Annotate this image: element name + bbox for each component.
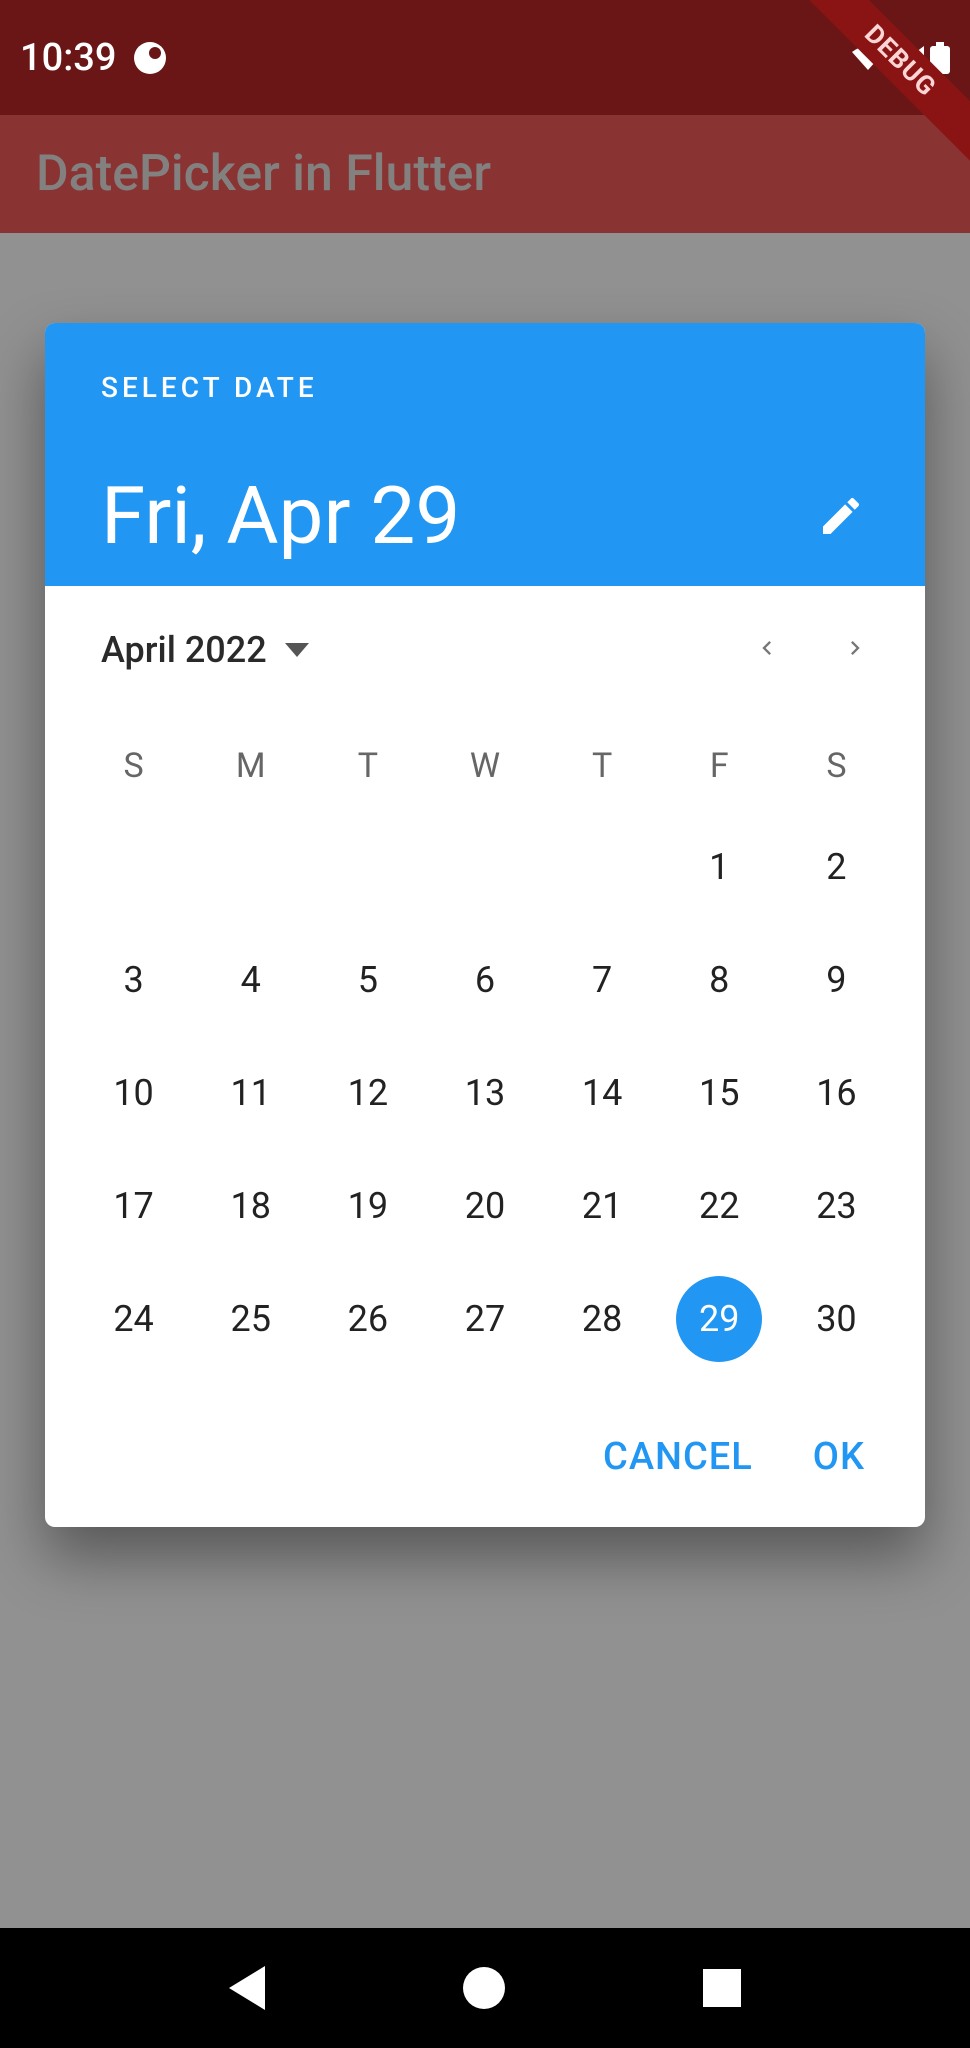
calendar-day[interactable]: 14 — [544, 1036, 661, 1149]
weekday-header: S — [75, 722, 192, 810]
calendar-day[interactable]: 17 — [75, 1149, 192, 1262]
calendar-day[interactable]: 30 — [778, 1262, 895, 1375]
status-time: 10:39 — [20, 36, 116, 80]
selected-date-text: Fri, Apr 29 — [101, 476, 460, 556]
app-bar-title: DatePicker in Flutter — [36, 145, 491, 203]
calendar-day[interactable]: 2 — [778, 810, 895, 923]
weekday-header: T — [309, 722, 426, 810]
dialog-header: SELECT DATE Fri, Apr 29 — [45, 323, 925, 586]
calendar-day[interactable]: 25 — [192, 1262, 309, 1375]
calendar-day[interactable]: 10 — [75, 1036, 192, 1149]
weekday-header: T — [544, 722, 661, 810]
month-nav: April 2022 — [45, 586, 925, 692]
calendar-day[interactable]: 26 — [309, 1262, 426, 1375]
calendar-day[interactable]: 13 — [426, 1036, 543, 1149]
calendar-day[interactable]: 21 — [544, 1149, 661, 1262]
weekday-header: F — [661, 722, 778, 810]
calendar-day[interactable]: 4 — [192, 923, 309, 1036]
calendar-day[interactable]: 29 — [661, 1262, 778, 1375]
nav-home-button[interactable] — [463, 1967, 505, 2009]
calendar-day[interactable]: 11 — [192, 1036, 309, 1149]
calendar-day[interactable]: 28 — [544, 1262, 661, 1375]
calendar-day[interactable]: 19 — [309, 1149, 426, 1262]
flutter-icon — [134, 42, 166, 74]
day-blank — [192, 810, 309, 923]
month-year-text: April 2022 — [101, 629, 267, 671]
weekday-header: M — [192, 722, 309, 810]
debug-banner: DEBUG — [790, 0, 970, 180]
calendar-day[interactable]: 3 — [75, 923, 192, 1036]
dropdown-caret-icon — [285, 643, 309, 657]
cancel-button[interactable]: CANCEL — [603, 1435, 753, 1479]
calendar-day[interactable]: 12 — [309, 1036, 426, 1149]
day-blank — [75, 810, 192, 923]
calendar-grid: SMTWTFS123456789101112131415161718192021… — [45, 692, 925, 1415]
calendar-day[interactable]: 5 — [309, 923, 426, 1036]
weekday-header: S — [778, 722, 895, 810]
month-year-button[interactable]: April 2022 — [101, 629, 309, 671]
calendar-day[interactable]: 27 — [426, 1262, 543, 1375]
day-blank — [426, 810, 543, 923]
calendar-day[interactable]: 24 — [75, 1262, 192, 1375]
edit-icon[interactable] — [817, 492, 865, 540]
calendar-day[interactable]: 20 — [426, 1149, 543, 1262]
calendar-day[interactable]: 15 — [661, 1036, 778, 1149]
calendar-day[interactable]: 18 — [192, 1149, 309, 1262]
ok-button[interactable]: OK — [813, 1435, 865, 1479]
select-date-label: SELECT DATE — [101, 371, 865, 404]
calendar-day[interactable]: 23 — [778, 1149, 895, 1262]
nav-recent-button[interactable] — [703, 1969, 741, 2007]
calendar-day[interactable]: 7 — [544, 923, 661, 1036]
calendar-day[interactable]: 16 — [778, 1036, 895, 1149]
body-area: SELECT DATE Fri, Apr 29 April 2022 — [0, 233, 970, 1928]
calendar-day[interactable]: 9 — [778, 923, 895, 1036]
prev-month-button[interactable] — [753, 628, 781, 672]
android-nav-bar — [0, 1928, 970, 2048]
dialog-actions: CANCEL OK — [45, 1415, 925, 1527]
calendar-day[interactable]: 6 — [426, 923, 543, 1036]
calendar-day[interactable]: 22 — [661, 1149, 778, 1262]
calendar-day[interactable]: 8 — [661, 923, 778, 1036]
calendar-day[interactable]: 1 — [661, 810, 778, 923]
weekday-header: W — [426, 722, 543, 810]
next-month-button[interactable] — [841, 628, 869, 672]
day-blank — [309, 810, 426, 923]
datepicker-dialog: SELECT DATE Fri, Apr 29 April 2022 — [45, 323, 925, 1527]
nav-back-button[interactable] — [229, 1966, 265, 2010]
day-blank — [544, 810, 661, 923]
